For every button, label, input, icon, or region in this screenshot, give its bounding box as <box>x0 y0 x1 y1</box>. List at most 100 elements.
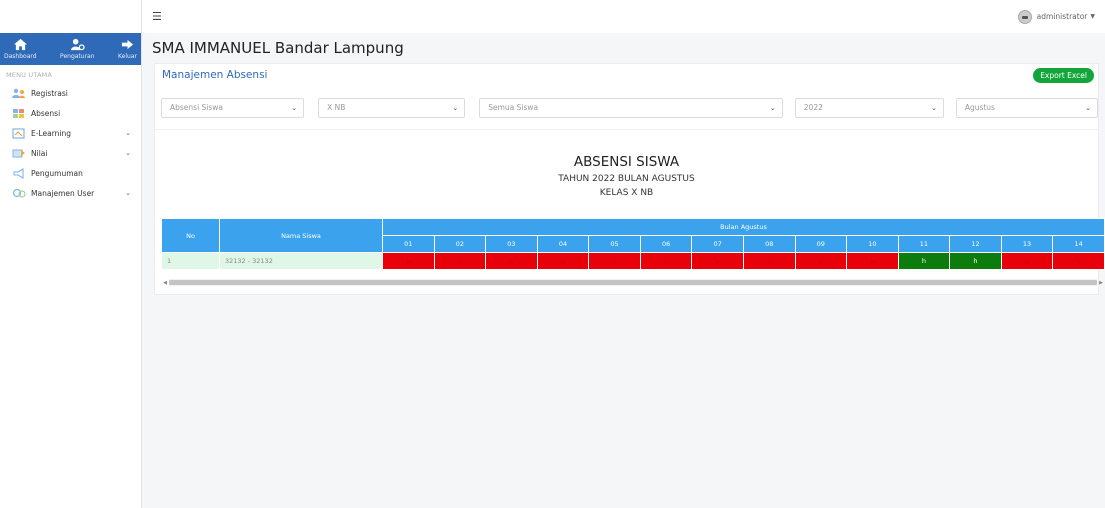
select-value: X NB <box>327 103 346 112</box>
day-header: 12 <box>949 235 1002 253</box>
attendance-cell: a <box>536 252 590 270</box>
sidebar-item-registrasi[interactable]: Registrasi <box>0 83 141 103</box>
month-select[interactable]: Agustus ⌄ <box>955 97 1098 118</box>
day-header: 08 <box>742 235 796 253</box>
attendance-type-select[interactable]: Absensi Siswa ⌄ <box>161 97 305 118</box>
sidebar-item-elearning[interactable]: E-Learning ⌄ <box>0 123 141 143</box>
column-header-name: Nama Siswa <box>219 218 383 253</box>
day-header: 10 <box>846 235 899 253</box>
scroll-track[interactable] <box>169 279 1097 286</box>
scroll-right-icon[interactable]: ▶ <box>1097 280 1105 286</box>
sidebar-item-label: Registrasi <box>31 88 68 98</box>
day-header: 03 <box>485 235 538 253</box>
attendance-cell: h <box>949 252 1002 270</box>
chevron-down-icon: ⌄ <box>125 189 131 197</box>
chevron-down-icon: ⌄ <box>125 149 131 157</box>
logout-label: Keluar <box>118 53 137 60</box>
attendance-cell: a <box>691 252 744 270</box>
chevron-down-icon: ⌄ <box>1085 103 1091 112</box>
user-menu[interactable]: administrator ▼ <box>1017 9 1095 24</box>
dashboard-label: Dashboard <box>4 53 37 60</box>
day-header: 07 <box>691 235 744 253</box>
attendance-cell: a <box>1052 252 1105 270</box>
select-value: 2022 <box>803 103 823 112</box>
sidebar-item-pengumuman[interactable]: Pengumuman <box>0 163 141 183</box>
sidebar-item-label: Nilai <box>31 148 48 158</box>
chevron-down-icon: ⌄ <box>452 103 459 112</box>
attendance-cell: a <box>588 252 641 270</box>
scroll-thumb[interactable] <box>169 280 1097 285</box>
day-header: 14 <box>1052 235 1105 253</box>
sidebar-item-absensi[interactable]: Absensi <box>0 103 141 123</box>
pengaturan-label: Pengaturan <box>60 53 95 60</box>
table-row: 1 32132 - 32132 a a a a a a a a a a h h a a <box>161 252 1105 270</box>
select-value: Agustus <box>964 103 995 112</box>
logout-button[interactable]: Keluar <box>116 33 139 65</box>
pengaturan-button[interactable]: Pengaturan <box>58 33 97 65</box>
attendance-cell: a <box>794 252 848 270</box>
day-header: 11 <box>897 235 951 253</box>
sidebar: Dashboard Pengaturan Keluar MENU UTAMA R… <box>0 0 142 508</box>
chevron-down-icon: ⌄ <box>930 103 937 112</box>
sidebar-item-label: Absensi <box>31 108 61 118</box>
logout-icon <box>121 39 134 50</box>
grades-icon <box>12 149 25 157</box>
user-management-icon <box>12 188 26 198</box>
column-header-no: No <box>161 218 220 253</box>
day-header: 04 <box>536 235 590 253</box>
registration-icon <box>12 88 25 98</box>
attendance-cell: a <box>1000 252 1054 270</box>
year-select[interactable]: 2022 ⌄ <box>794 97 944 118</box>
day-header: 06 <box>639 235 693 253</box>
report-header: ABSENSI SISWA TAHUN 2022 BULAN AGUSTUS K… <box>155 130 1098 218</box>
select-value: Absensi Siswa <box>170 103 224 112</box>
sidebar-item-label: E-Learning <box>31 128 72 138</box>
main-content: SMA IMMANUEL Bandar Lampung Manajemen Ab… <box>142 33 1105 508</box>
day-header: 13 <box>1000 235 1054 253</box>
column-header-month: Bulan Agustus <box>382 218 1105 236</box>
attendance-table: No Nama Siswa Bulan Agustus 01 02 03 04 05 06… <box>161 218 1105 270</box>
day-header: 01 <box>382 235 435 253</box>
attendance-cell: h <box>897 252 951 270</box>
chevron-down-icon: ⌄ <box>125 129 131 137</box>
sidebar-item-manajemen-user[interactable]: Manajemen User ⌄ <box>0 183 141 203</box>
attendance-icon <box>13 108 24 118</box>
chevron-down-icon: ⌄ <box>769 103 776 112</box>
users-gear-icon <box>70 38 85 51</box>
sidebar-quick-buttons: Dashboard Pengaturan Keluar <box>0 33 141 65</box>
home-icon <box>13 38 27 51</box>
attendance-cell: a <box>485 252 538 270</box>
top-navbar: ☰ administrator ▼ <box>142 0 1105 33</box>
student-name: 32132 - 32132 <box>219 252 383 270</box>
panel-title: Manajemen Absensi <box>162 69 268 81</box>
sidebar-item-nilai[interactable]: Nilai ⌄ <box>0 143 141 163</box>
student-select[interactable]: Semua Siswa ⌄ <box>479 97 783 118</box>
day-header: 09 <box>794 235 848 253</box>
export-excel-button[interactable]: Export Excel <box>1033 67 1094 83</box>
dashboard-button[interactable]: Dashboard <box>2 33 39 65</box>
elearning-icon <box>12 127 25 139</box>
row-number: 1 <box>161 252 220 270</box>
sidebar-item-label: Manajemen User <box>31 188 95 198</box>
announcement-icon <box>13 167 24 179</box>
day-header: 02 <box>433 235 487 253</box>
sidebar-item-label: Pengumuman <box>31 168 83 178</box>
username-label: administrator <box>1036 12 1088 21</box>
report-subtitle: TAHUN 2022 BULAN AGUSTUS <box>558 174 695 184</box>
page-title: SMA IMMANUEL Bandar Lampung <box>152 39 404 57</box>
horizontal-scrollbar[interactable]: ◀ ▶ <box>161 279 1105 286</box>
attendance-cell: a <box>382 252 435 270</box>
scroll-left-icon[interactable]: ◀ <box>161 280 169 286</box>
caret-down-icon: ▼ <box>1090 13 1095 20</box>
hamburger-icon[interactable]: ☰ <box>152 10 162 23</box>
avatar <box>1017 9 1032 24</box>
attendance-cell: a <box>639 252 693 270</box>
menu-section-title: MENU UTAMA <box>6 71 53 79</box>
day-header: 05 <box>588 235 641 253</box>
chevron-down-icon: ⌄ <box>291 103 298 112</box>
filter-bar: Absensi Siswa ⌄ X NB ⌄ Semua Siswa ⌄ 202… <box>155 86 1098 130</box>
report-class: KELAS X NB <box>599 188 654 198</box>
report-title: ABSENSI SISWA <box>573 154 680 170</box>
class-select[interactable]: X NB ⌄ <box>318 97 466 118</box>
attendance-cell: a <box>742 252 796 270</box>
